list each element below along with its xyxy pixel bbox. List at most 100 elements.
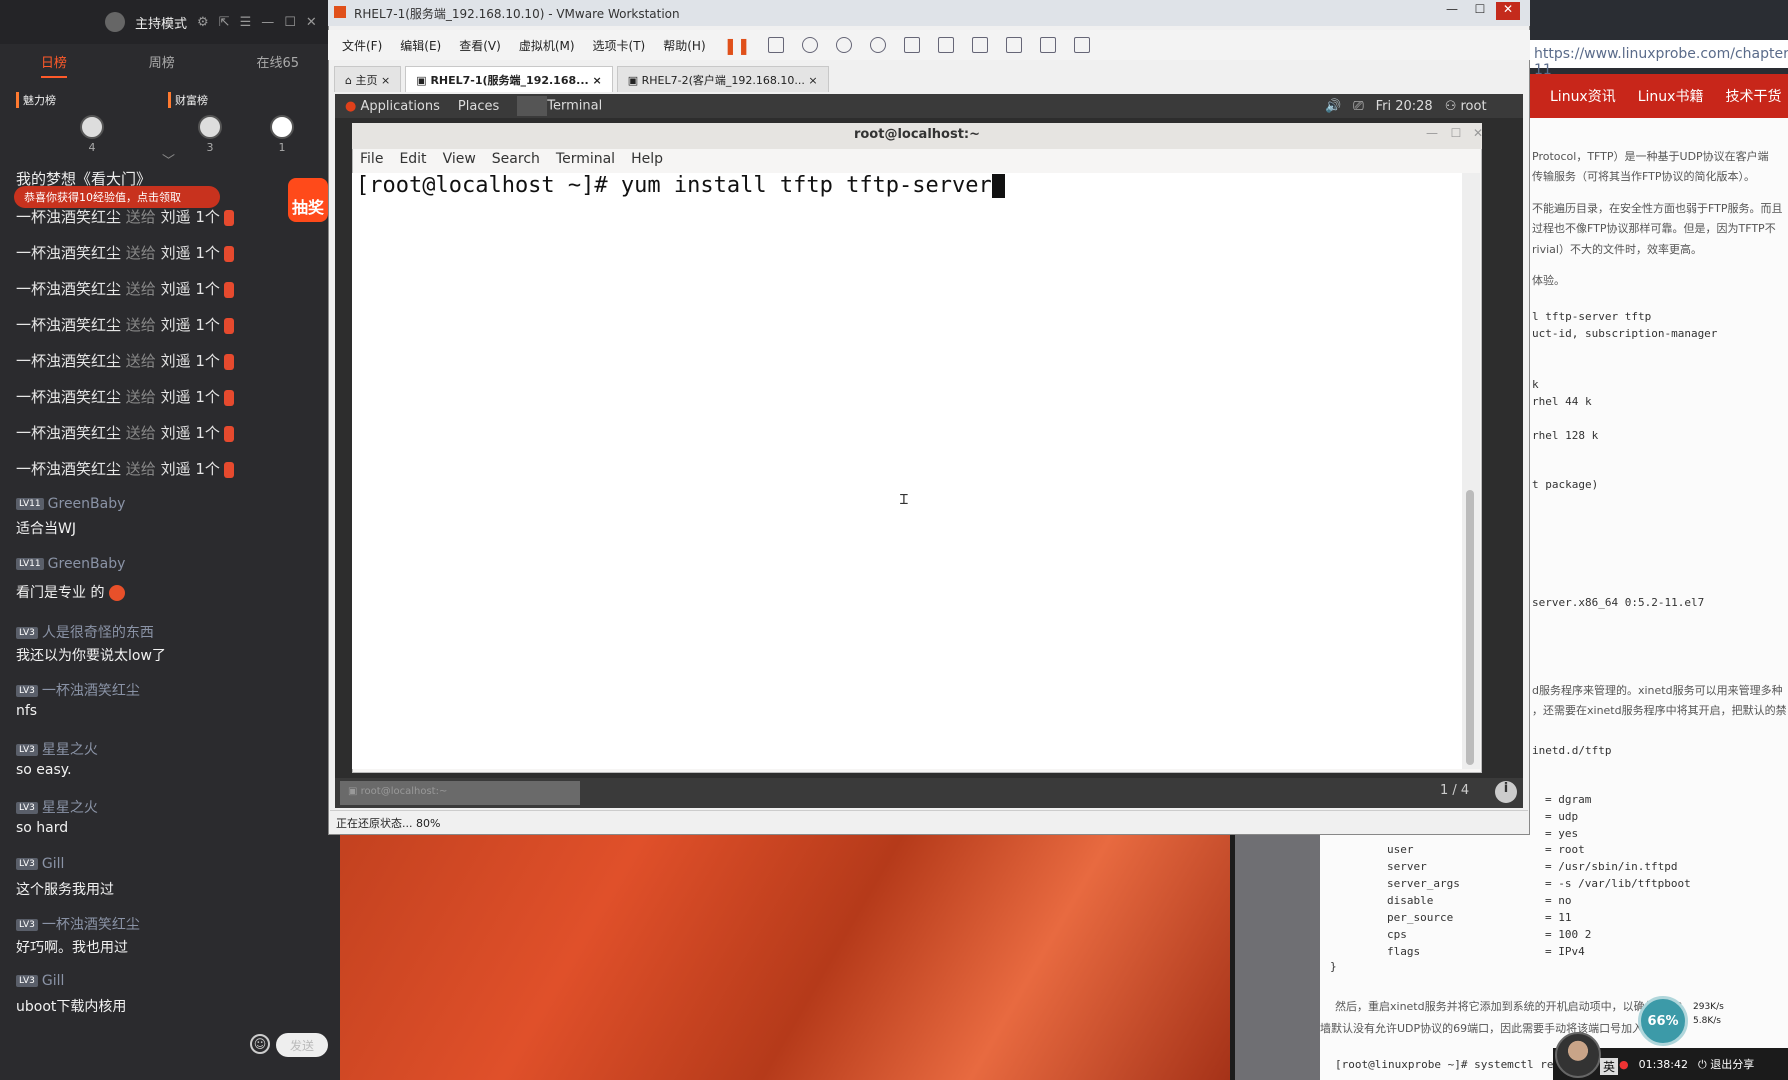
wealth-rank-label[interactable]: 财富榜 — [168, 92, 208, 108]
menu-bar: 文件(F) 编辑(E) 查看(V) 虚拟机(M) 选项卡(T) 帮助(H) ❚❚ — [328, 30, 1530, 60]
terminal-app-menu[interactable]: Terminal — [517, 96, 602, 116]
library-view-icon[interactable] — [904, 37, 921, 53]
terminal-minimize-icon[interactable]: — — [1420, 126, 1444, 144]
nav-linux-news[interactable]: Linux资讯 — [1550, 86, 1616, 106]
chat-username[interactable]: LV11 GreenBaby — [16, 496, 125, 512]
cpu-usage-badge[interactable]: 66% — [1638, 996, 1688, 1046]
unity-icon[interactable] — [1006, 37, 1023, 53]
chat-username[interactable]: LV11 GreenBaby — [16, 556, 125, 572]
snapshot-icon[interactable] — [802, 37, 819, 53]
menu-file[interactable]: 文件(F) — [342, 37, 382, 54]
chat-username[interactable]: LV3 人是很奇怪的东西 — [16, 622, 154, 642]
lottery-button[interactable]: 抽奖 — [288, 178, 328, 222]
menu-vm[interactable]: 虚拟机(M) — [519, 37, 575, 54]
tab-online[interactable]: 在线65 — [257, 48, 300, 78]
window-title: RHEL7-1(服务端_192.168.10.10) - VMware Work… — [354, 7, 680, 21]
maximize-icon[interactable]: ☐ — [284, 15, 296, 30]
chat-username[interactable]: LV3 一杯浊酒笑红尘 — [16, 680, 140, 700]
maximize-icon[interactable]: ☐ — [1468, 2, 1492, 20]
reward-notice[interactable]: 恭喜你获得10经验值，点击领取 — [14, 186, 220, 208]
chat-message: 适合当WJ — [16, 521, 76, 537]
avatar[interactable] — [270, 115, 294, 139]
tab-rhel7-2[interactable]: ▣ RHEL7-2(客户端_192.168.10... × — [616, 66, 829, 92]
applications-menu[interactable]: ● Applications — [345, 99, 440, 114]
chat-username[interactable]: LV3 Gill — [16, 973, 64, 989]
config-key: flags — [1387, 945, 1421, 958]
fullscreen-icon[interactable] — [972, 37, 989, 53]
info-icon[interactable]: i — [1495, 781, 1517, 803]
web-code-line: rhel 128 k — [1532, 429, 1599, 442]
chat-username[interactable]: LV3 一杯浊酒笑红尘 — [16, 914, 140, 934]
workspace-pager[interactable]: 1 / 4 — [1440, 783, 1469, 798]
chat-username[interactable]: LV3 星星之火 — [16, 739, 98, 759]
send-ctrl-alt-del-icon[interactable] — [768, 37, 785, 53]
menu-edit[interactable]: 编辑(E) — [400, 37, 441, 54]
thumbnail-view-icon[interactable] — [938, 37, 955, 53]
share-icon[interactable]: ⇱ — [219, 15, 230, 30]
snapshot-manager-icon[interactable] — [870, 37, 887, 53]
stretch-icon[interactable] — [1074, 37, 1091, 53]
places-menu[interactable]: Places — [458, 99, 499, 114]
web-code-line: t package) — [1532, 478, 1599, 491]
scrollbar-thumb[interactable] — [1466, 490, 1474, 765]
chat-username[interactable]: LV3 星星之火 — [16, 797, 98, 817]
terminal-menu-edit[interactable]: Edit — [399, 151, 426, 173]
close-icon[interactable]: ✕ — [1496, 2, 1520, 20]
pause-icon[interactable]: ❚❚ — [724, 36, 751, 55]
charm-rank-label[interactable]: 魅力榜 — [16, 92, 56, 108]
taskbar-terminal-item[interactable]: ▣ root@localhost:~ — [340, 781, 580, 805]
ime-indicator[interactable]: 英 — [1600, 1058, 1619, 1075]
chevron-down-icon[interactable]: ﹀ — [162, 150, 175, 169]
minimize-icon[interactable]: — — [1440, 2, 1464, 20]
web-code-line: [root@linuxprobe ~]# systemctl res — [1335, 1058, 1561, 1071]
terminal-menu-search[interactable]: Search — [492, 151, 540, 173]
nav-tech[interactable]: 技术干货 — [1725, 86, 1781, 106]
minimize-icon[interactable]: — — [261, 15, 274, 30]
terminal-menu-view[interactable]: View — [443, 151, 476, 173]
terminal-text-area[interactable]: [root@localhost ~]# yum install tftp tft… — [352, 173, 1462, 769]
terminal-menu-help[interactable]: Help — [631, 151, 663, 173]
emoji-picker-icon[interactable]: ☺ — [250, 1034, 270, 1054]
user-menu[interactable]: ⚇ root — [1445, 99, 1487, 114]
webcam-avatar — [1555, 1032, 1601, 1078]
site-nav: Linux资讯 Linux书籍 技术干货 — [1530, 74, 1788, 118]
settings-icon[interactable]: ⚙ — [197, 15, 209, 30]
gift-icon — [223, 317, 234, 334]
restore-status: 正在还原状态... 80% — [336, 817, 441, 830]
exit-share-button[interactable]: ⏻ 退出分享 — [1698, 1056, 1754, 1072]
tab-weekly[interactable]: 周榜 — [149, 48, 175, 78]
menu-help[interactable]: 帮助(H) — [663, 37, 705, 54]
nav-linux-books[interactable]: Linux书籍 — [1638, 86, 1704, 106]
terminal-menu-file[interactable]: File — [360, 151, 383, 173]
gift-icon — [223, 461, 234, 478]
terminal-menu-terminal[interactable]: Terminal — [556, 151, 615, 173]
avatar[interactable] — [198, 115, 222, 139]
menu-view[interactable]: 查看(V) — [459, 37, 501, 54]
terminal-maximize-icon[interactable]: ☐ — [1444, 126, 1468, 144]
terminal-close-icon[interactable]: ✕ — [1466, 126, 1490, 144]
chat-username[interactable]: LV3 Gill — [16, 856, 64, 872]
menu-tabs[interactable]: 选项卡(T) — [593, 37, 646, 54]
tab-daily[interactable]: 日榜 — [40, 48, 67, 78]
avatar[interactable] — [80, 115, 104, 139]
tab-home[interactable]: ⌂ 主页 × — [334, 66, 402, 92]
revert-snapshot-icon[interactable] — [836, 37, 853, 53]
web-code-line: rhel 44 k — [1532, 395, 1592, 408]
network-icon[interactable]: ⎚ — [1353, 99, 1363, 114]
terminal-menu-bar: File Edit View Search Terminal Help — [352, 151, 1482, 173]
web-code-line: server.x86_64 0:5.2-11.el7 — [1532, 596, 1705, 609]
menu-icon[interactable]: ☰ — [240, 15, 252, 30]
volume-icon[interactable]: 🔊 — [1325, 99, 1341, 114]
screen: https://www.linuxprobe.com/chapter-11 Li… — [0, 0, 1788, 1080]
web-code-line: l tftp-server tftp — [1532, 310, 1652, 323]
send-button[interactable]: 发送 — [276, 1033, 328, 1057]
config-key: user — [1387, 843, 1414, 856]
console-icon[interactable] — [1040, 37, 1057, 53]
browser-url-bar[interactable]: https://www.linuxprobe.com/chapter-11 — [1530, 40, 1788, 78]
user-icon: ⚇ — [1444, 98, 1457, 114]
clock[interactable]: Fri 20:28 — [1376, 99, 1433, 114]
emoji-icon — [108, 585, 125, 601]
tab-rhel7-1[interactable]: ▣ RHEL7-1(服务端_192.168... × — [405, 66, 613, 92]
host-avatar-icon — [105, 12, 125, 32]
close-icon[interactable]: ✕ — [306, 15, 317, 30]
